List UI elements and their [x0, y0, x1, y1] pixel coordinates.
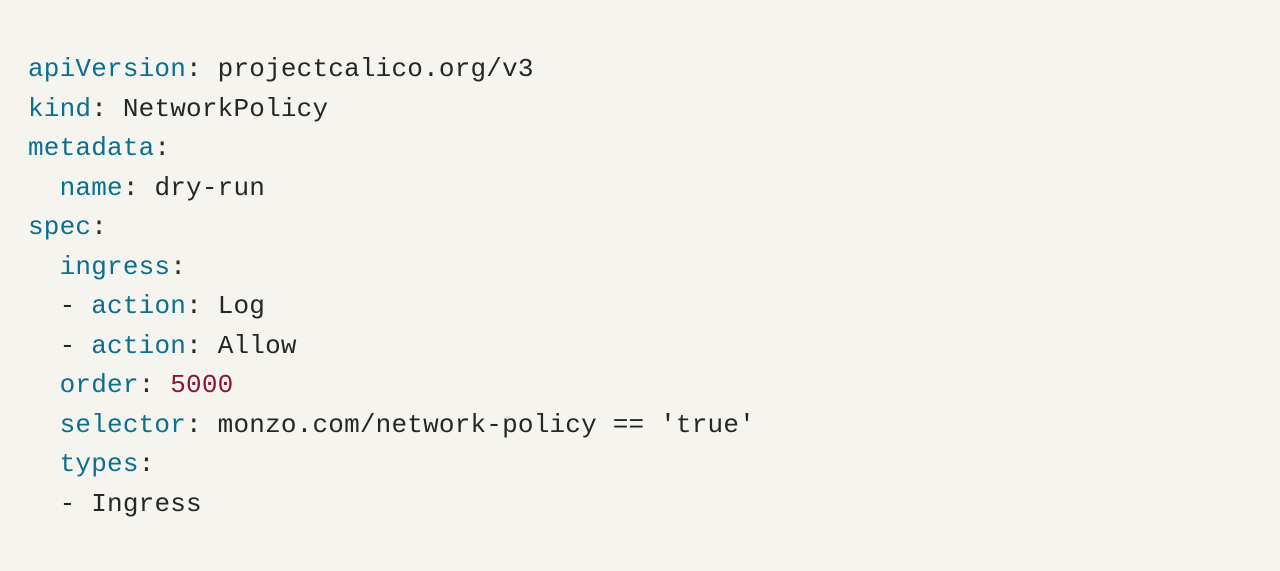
yaml-value: dry-run — [154, 173, 265, 203]
colon-punct: : — [186, 291, 202, 321]
colon-punct: : — [186, 410, 202, 440]
yaml-line: spec: — [28, 212, 107, 242]
yaml-value: Ingress — [91, 489, 202, 519]
yaml-line: - action: Allow — [28, 331, 297, 361]
yaml-key: action — [91, 291, 186, 321]
yaml-key: spec — [28, 212, 91, 242]
yaml-line: kind: NetworkPolicy — [28, 94, 328, 124]
dash-punct: - — [60, 489, 76, 519]
yaml-key: types — [60, 449, 139, 479]
yaml-line: metadata: — [28, 133, 170, 163]
colon-punct: : — [91, 94, 107, 124]
yaml-key: selector — [60, 410, 186, 440]
yaml-code-block: apiVersion: projectcalico.org/v3 kind: N… — [0, 0, 1280, 552]
colon-punct: : — [139, 370, 155, 400]
colon-punct: : — [123, 173, 139, 203]
yaml-key: order — [60, 370, 139, 400]
dash-punct: - — [60, 331, 76, 361]
colon-punct: : — [170, 252, 186, 282]
colon-punct: : — [186, 331, 202, 361]
yaml-key: apiVersion — [28, 54, 186, 84]
yaml-key: name — [60, 173, 123, 203]
yaml-line: ingress: — [28, 252, 186, 282]
yaml-line: - Ingress — [28, 489, 202, 519]
yaml-line: selector: monzo.com/network-policy == 't… — [28, 410, 755, 440]
colon-punct: : — [139, 449, 155, 479]
yaml-value: projectcalico.org/v3 — [218, 54, 534, 84]
yaml-value: monzo.com/network-policy == 'true' — [218, 410, 755, 440]
yaml-number: 5000 — [170, 370, 233, 400]
yaml-line: apiVersion: projectcalico.org/v3 — [28, 54, 534, 84]
yaml-key: action — [91, 331, 186, 361]
yaml-key: metadata — [28, 133, 154, 163]
dash-punct: - — [60, 291, 76, 321]
yaml-key: ingress — [60, 252, 171, 282]
yaml-key: kind — [28, 94, 91, 124]
colon-punct: : — [154, 133, 170, 163]
colon-punct: : — [91, 212, 107, 242]
yaml-value: NetworkPolicy — [123, 94, 328, 124]
yaml-line: - action: Log — [28, 291, 265, 321]
yaml-line: types: — [28, 449, 154, 479]
yaml-line: name: dry-run — [28, 173, 265, 203]
yaml-line: order: 5000 — [28, 370, 233, 400]
colon-punct: : — [186, 54, 202, 84]
yaml-value: Log — [218, 291, 265, 321]
yaml-value: Allow — [218, 331, 297, 361]
